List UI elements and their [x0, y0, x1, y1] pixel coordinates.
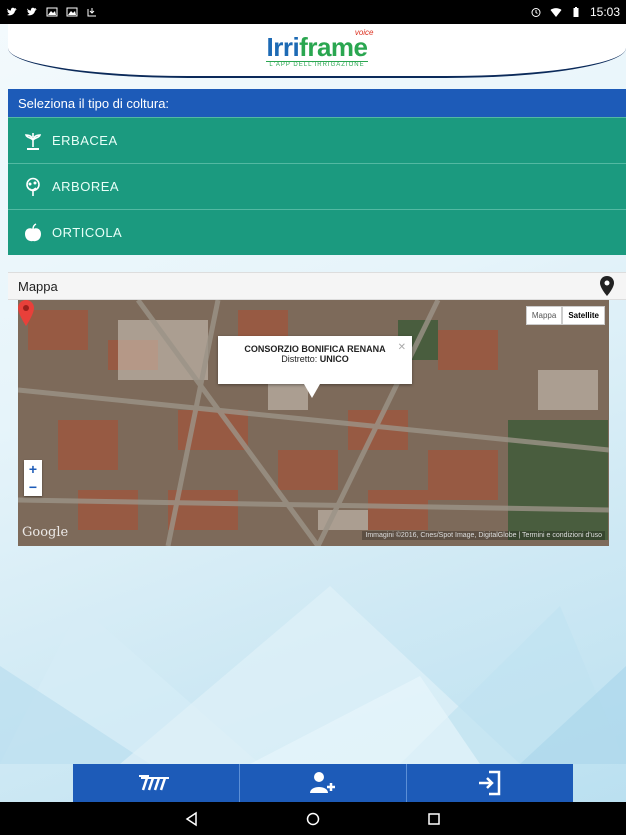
twitter-icon — [27, 7, 37, 16]
info-district: Distretto: UNICO — [218, 354, 412, 364]
download-icon — [87, 8, 96, 17]
crop-item-erbacea[interactable]: ERBACEA — [8, 117, 626, 163]
app-logo: Irriframe voice L'APP DELL'IRRIGAZIONE — [266, 28, 374, 68]
app-header: Irriframe voice L'APP DELL'IRRIGAZIONE — [8, 24, 626, 78]
google-logo: Google — [22, 525, 69, 540]
status-bar: 15:03 — [0, 0, 626, 24]
crop-item-orticola[interactable]: ORTICOLA — [8, 209, 626, 255]
alarm-icon — [531, 8, 541, 17]
crop-type-prompt: Seleziona il tipo di coltura: — [8, 89, 626, 117]
logo-main: Irri — [266, 32, 300, 62]
battery-icon — [573, 7, 579, 17]
zoom-control: + − — [24, 460, 42, 496]
crop-item-label: ARBOREA — [52, 179, 120, 194]
back-icon[interactable] — [184, 811, 200, 827]
gallery-icon — [46, 7, 58, 17]
map-title: Mappa — [18, 278, 58, 294]
apple-icon — [22, 222, 44, 244]
irrigation-button[interactable] — [73, 764, 240, 802]
map-marker-icon[interactable] — [18, 300, 34, 326]
crop-item-label: ERBACEA — [52, 133, 118, 148]
android-nav-bar — [0, 802, 626, 835]
irrigation-icon — [139, 775, 169, 791]
close-icon[interactable]: ✕ — [398, 342, 406, 353]
add-user-button[interactable] — [240, 764, 407, 802]
info-title: CONSORZIO BONIFICA RENANA — [244, 344, 386, 354]
sprout-icon — [22, 130, 44, 152]
crop-type-list: ERBACEA ARBOREA ORTICOLA — [8, 117, 626, 255]
map-attribution[interactable]: Immagini ©2016, Cnes/Spot Image, Digital… — [362, 531, 605, 540]
background-pattern — [0, 586, 626, 764]
zoom-in-button[interactable]: + — [24, 460, 42, 478]
gallery-icon — [66, 7, 78, 17]
info-district-label: Distretto: — [281, 354, 318, 364]
home-icon[interactable] — [305, 811, 321, 827]
map-type-satellite[interactable]: Satellite — [562, 306, 605, 325]
logo-badge: voice — [354, 28, 374, 37]
twitter-icon — [7, 7, 17, 16]
tree-icon — [22, 176, 44, 198]
crop-item-label: ORTICOLA — [52, 225, 123, 240]
map-info-window: ✕ CONSORZIO BONIFICA RENANA Distretto: U… — [218, 336, 412, 398]
recents-icon[interactable] — [426, 811, 442, 827]
satellite-map[interactable]: Mappa Satellite ✕ CONSORZIO BONIFICA REN… — [18, 300, 609, 546]
wifi-icon — [550, 8, 562, 17]
map-pin-icon[interactable] — [600, 276, 614, 296]
add-user-icon — [310, 772, 335, 793]
info-district-value: UNICO — [319, 354, 349, 364]
login-button[interactable] — [407, 764, 573, 802]
zoom-out-button[interactable]: − — [24, 478, 42, 496]
login-icon — [479, 770, 501, 796]
status-time: 15:03 — [589, 5, 620, 19]
logo-tagline: L'APP DELL'IRRIGAZIONE — [266, 61, 368, 68]
map-title-bar: Mappa — [8, 272, 626, 300]
map-type-mappa[interactable]: Mappa — [525, 306, 563, 325]
map-type-control: Mappa Satellite — [525, 306, 605, 325]
bottom-nav — [73, 764, 573, 802]
crop-item-arborea[interactable]: ARBOREA — [8, 163, 626, 209]
